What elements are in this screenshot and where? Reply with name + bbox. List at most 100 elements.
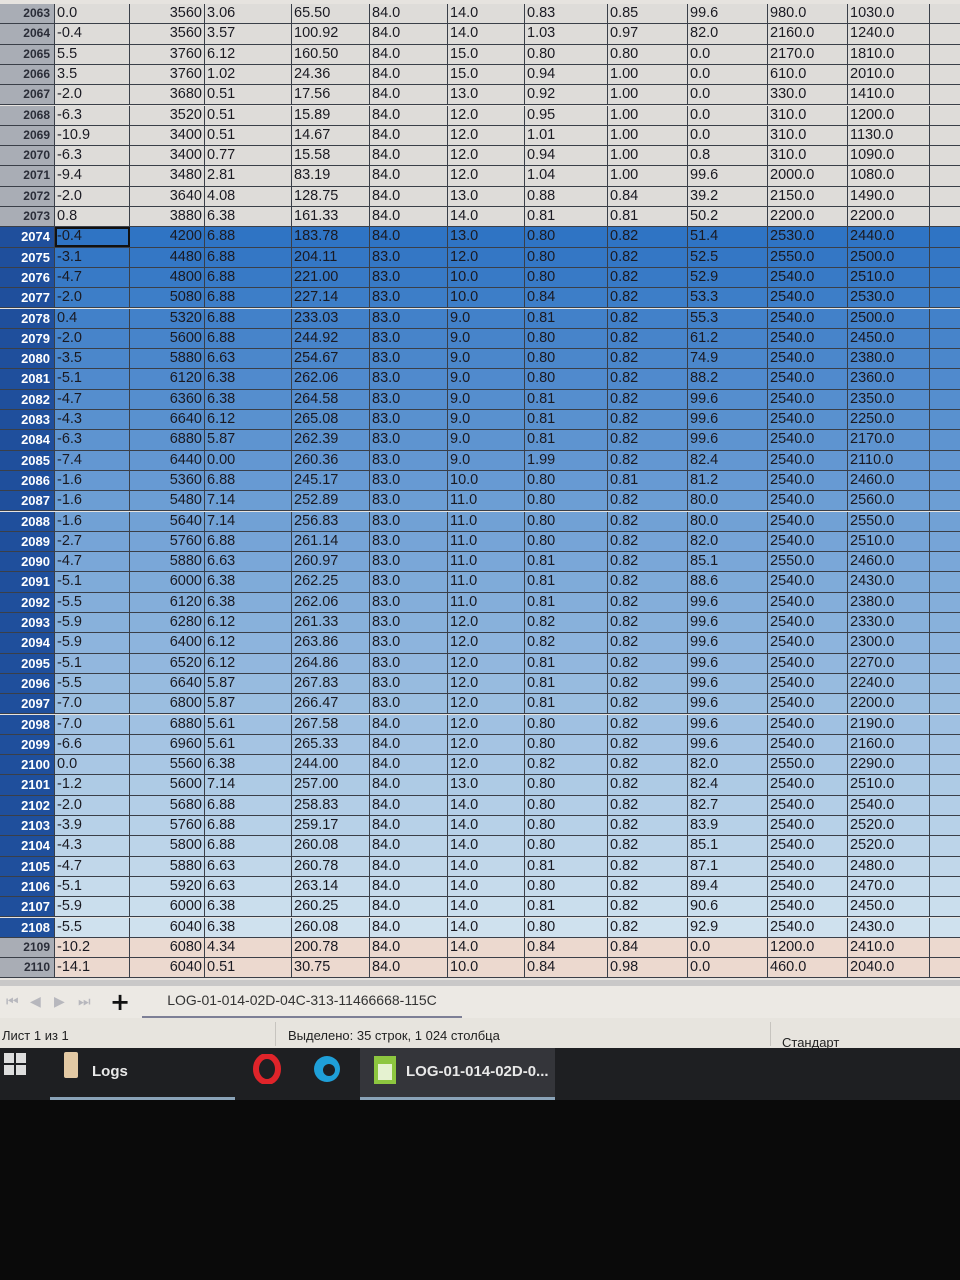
cell[interactable]: 2470.0 [848, 876, 930, 897]
cell[interactable]: -10.2 [55, 937, 130, 958]
cell[interactable]: 0.82 [608, 816, 688, 836]
cell[interactable]: 10.0 [448, 958, 525, 978]
cell[interactable]: -1.6 [55, 491, 130, 511]
cell[interactable]: 2540.0 [768, 734, 848, 755]
cell[interactable]: -5.1 [55, 876, 130, 897]
cell[interactable]: 200.78 [292, 937, 370, 958]
cell[interactable]: 0.0 [55, 4, 130, 24]
cell[interactable]: 2330.0 [848, 613, 930, 633]
cell[interactable]: 84.0 [370, 775, 448, 795]
cell[interactable]: 82.4 [688, 775, 768, 795]
prev-sheet-icon[interactable]: ◀ [30, 994, 41, 1010]
cell[interactable]: 9.0 [448, 450, 525, 470]
cell[interactable]: 2540.0 [768, 917, 848, 937]
table-row[interactable]: 2074 -0.4 4200 6.88 183.78 84.0 13.0 0.80 0.82 51… [0, 227, 960, 248]
cell[interactable]: 6.12 [205, 653, 292, 673]
cell[interactable]: 1090.0 [848, 146, 930, 166]
cell[interactable]: 2500.0 [848, 308, 930, 328]
cell-empty[interactable] [930, 4, 960, 23]
sheet-tab-active[interactable]: LOG-01-014-02D-04C-313-11466668-115C [142, 992, 462, 1020]
cell-empty[interactable] [930, 65, 960, 84]
row-header[interactable]: 2102 [0, 795, 55, 815]
cell[interactable]: 82.4 [688, 450, 768, 470]
cell[interactable]: 2510.0 [848, 267, 930, 288]
cell[interactable]: 0.80 [525, 714, 608, 734]
cell[interactable]: 0.80 [525, 775, 608, 795]
cell[interactable]: 5.87 [205, 673, 292, 694]
table-row[interactable]: 2097 -7.0 6800 5.87 266.47 83.0 12.0 0.81 0.82 99… [0, 694, 960, 715]
cell[interactable]: 2430.0 [848, 572, 930, 592]
cell[interactable]: 0.80 [608, 44, 688, 64]
first-sheet-icon[interactable]: ⏮ [6, 994, 19, 1010]
row-header[interactable]: 2092 [0, 592, 55, 612]
table-row[interactable]: 2071 -9.4 3480 2.81 83.19 84.0 12.0 1.04 1.00 99.… [0, 166, 960, 187]
cell[interactable]: 9.0 [448, 410, 525, 430]
cell[interactable]: 310.0 [768, 146, 848, 166]
cell[interactable]: -3.5 [55, 349, 130, 369]
row-header[interactable]: 2105 [0, 856, 55, 876]
cell[interactable]: 5.87 [205, 430, 292, 450]
cell[interactable]: -1.6 [55, 511, 130, 531]
cell[interactable]: 0.82 [608, 308, 688, 328]
cell[interactable]: 2200.0 [848, 207, 930, 227]
cell[interactable]: 6640 [130, 410, 205, 430]
cell[interactable]: 2550.0 [768, 552, 848, 572]
cell[interactable]: 83.0 [370, 389, 448, 409]
cell[interactable]: 84.0 [370, 125, 448, 146]
cell[interactable]: 2.81 [205, 166, 292, 186]
cell[interactable]: 0.82 [608, 531, 688, 552]
cell[interactable]: 183.78 [292, 227, 370, 247]
cell[interactable]: -7.0 [55, 694, 130, 714]
cell[interactable]: 88.6 [688, 572, 768, 592]
cell[interactable]: 1.03 [525, 24, 608, 44]
cell[interactable]: 2160.0 [848, 734, 930, 755]
cell[interactable]: 2540.0 [768, 694, 848, 714]
cell[interactable]: 0.0 [688, 105, 768, 125]
cell[interactable]: 83.0 [370, 267, 448, 288]
cell[interactable]: 0.84 [608, 186, 688, 206]
cell[interactable]: 233.03 [292, 308, 370, 328]
cell[interactable]: 6.38 [205, 572, 292, 592]
cell[interactable]: 0.82 [608, 227, 688, 247]
cell[interactable]: 11.0 [448, 491, 525, 511]
table-row[interactable]: 2109 -10.2 6080 4.34 200.78 84.0 14.0 0.84 0.84 0… [0, 937, 960, 959]
cell[interactable]: 263.14 [292, 876, 370, 897]
cell-empty[interactable] [930, 755, 960, 774]
table-row[interactable]: 2094 -5.9 6400 6.12 263.86 83.0 12.0 0.82 0.82 99… [0, 633, 960, 654]
cell[interactable]: 1.02 [205, 64, 292, 85]
cell[interactable]: 14.0 [448, 816, 525, 836]
cell[interactable]: 12.0 [448, 166, 525, 186]
cell[interactable]: 2540.0 [768, 470, 848, 491]
cell[interactable]: 13.0 [448, 85, 525, 105]
cell[interactable]: 260.08 [292, 917, 370, 937]
cell[interactable]: 244.00 [292, 755, 370, 775]
cell[interactable]: 11.0 [448, 552, 525, 572]
cell[interactable]: 0.85 [608, 4, 688, 24]
cell[interactable]: 84.0 [370, 917, 448, 937]
cell[interactable]: -9.4 [55, 166, 130, 186]
cell[interactable]: 12.0 [448, 734, 525, 755]
cell[interactable]: 6.12 [205, 44, 292, 64]
cell[interactable]: -5.1 [55, 653, 130, 673]
cell[interactable]: 74.9 [688, 349, 768, 369]
table-row[interactable]: 2065 5.5 3760 6.12 160.50 84.0 15.0 0.80 0.80 0.0… [0, 44, 960, 65]
cell[interactable]: 84.0 [370, 85, 448, 105]
cell[interactable]: -1.2 [55, 775, 130, 795]
cell[interactable]: 99.6 [688, 613, 768, 633]
cell[interactable]: 0.98 [608, 958, 688, 978]
cell[interactable]: 84.0 [370, 795, 448, 815]
table-row[interactable]: 2091 -5.1 6000 6.38 262.25 83.0 11.0 0.81 0.82 88… [0, 572, 960, 593]
cell[interactable]: 0.84 [525, 937, 608, 958]
row-header[interactable]: 2099 [0, 734, 55, 755]
cell[interactable]: 6440 [130, 450, 205, 470]
row-header[interactable]: 2074 [0, 227, 55, 247]
cell[interactable]: 0.51 [205, 958, 292, 978]
cell[interactable]: 0.82 [525, 613, 608, 633]
cell[interactable]: 85.1 [688, 552, 768, 572]
cell[interactable]: 99.6 [688, 633, 768, 653]
cell[interactable]: 0.82 [608, 328, 688, 349]
cell[interactable]: 83.0 [370, 308, 448, 328]
cell[interactable]: -7.4 [55, 450, 130, 470]
table-row[interactable]: 2086 -1.6 5360 6.88 245.17 83.0 10.0 0.80 0.81 81… [0, 470, 960, 492]
cell[interactable]: 980.0 [768, 4, 848, 24]
